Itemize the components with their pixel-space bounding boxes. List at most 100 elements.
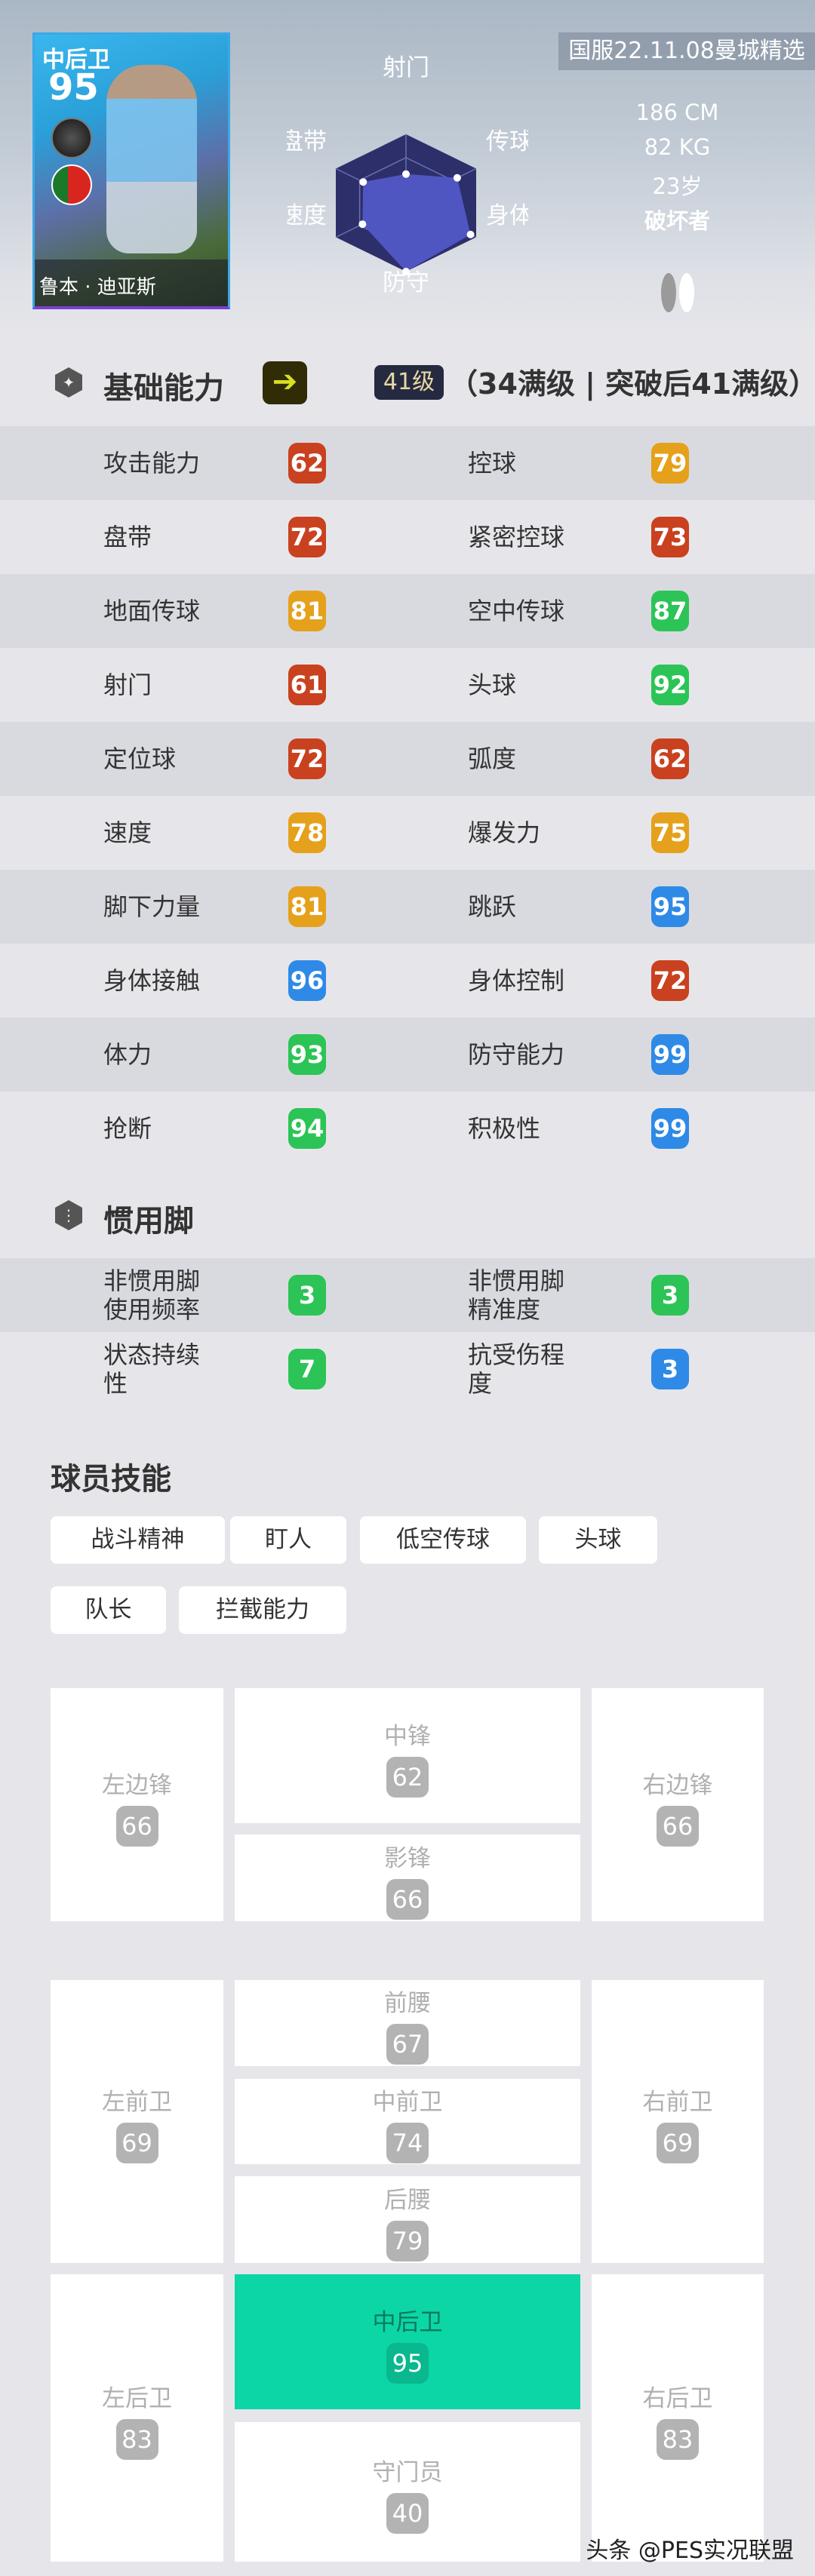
basic-stats-icon: ✦ xyxy=(55,367,82,398)
position-rating: 62 xyxy=(386,1756,429,1798)
stat-value-badge: 72 xyxy=(288,517,326,557)
position-rating: 83 xyxy=(115,2418,158,2460)
stat-value-badge: 3 xyxy=(288,1275,326,1316)
player-card[interactable]: 中后卫 95 鲁本 · 迪亚斯 xyxy=(32,32,230,309)
version-badge: 国服22.11.08曼城精选 xyxy=(558,32,815,70)
position-cb[interactable]: 中后卫 95 xyxy=(235,2274,580,2409)
position-lmf[interactable]: 左前卫 69 xyxy=(51,1980,223,2263)
position-name: 左前卫 xyxy=(102,2088,172,2116)
stat-label: 状态持续 性 xyxy=(103,1340,201,1398)
stat-label: 体力 xyxy=(103,1040,152,1069)
portugal-flag-icon xyxy=(51,164,92,205)
position-rating: 66 xyxy=(657,1805,699,1847)
foot-title: 惯用脚 xyxy=(103,1204,194,1239)
skill-chip[interactable]: 头球 xyxy=(539,1516,657,1564)
stat-value-badge: 79 xyxy=(651,443,689,484)
position-rb[interactable]: 右后卫 83 xyxy=(592,2274,764,2562)
stat-label: 头球 xyxy=(468,671,517,699)
watermark: 头条 @PES实况联盟 xyxy=(586,2538,794,2564)
stat-row: 盘带 72 紧密控球 73 xyxy=(0,500,815,574)
age-value: 23岁 xyxy=(652,173,703,199)
position-cf[interactable]: 中锋 62 xyxy=(235,1688,580,1823)
stat-label: 积极性 xyxy=(468,1114,541,1143)
feet-icon xyxy=(661,273,694,312)
position-rating: 69 xyxy=(657,2122,699,2163)
stat-label: 弧度 xyxy=(468,745,517,773)
stat-row: 状态持续 性 7 抗受伤程 度 3 xyxy=(0,1332,815,1406)
position-name: 中后卫 xyxy=(372,2308,443,2336)
stat-row: 非惯用脚 使用频率 3 非惯用脚 精准度 3 xyxy=(0,1258,815,1332)
stat-label: 抗受伤程 度 xyxy=(468,1340,565,1398)
skills-title: 球员技能 xyxy=(51,1462,171,1497)
stat-value-badge: 72 xyxy=(651,960,689,1001)
stat-value-badge: 78 xyxy=(288,812,326,853)
basic-stats-title: 基础能力 xyxy=(103,371,224,406)
position-rmf[interactable]: 右前卫 69 xyxy=(592,1980,764,2263)
position-cmf[interactable]: 中前卫 74 xyxy=(235,2079,580,2164)
card-overall: 95 xyxy=(48,66,99,109)
stat-value-badge: 92 xyxy=(651,665,689,705)
stat-value-badge: 73 xyxy=(651,517,689,557)
position-name: 左边锋 xyxy=(102,1771,172,1799)
stat-label: 空中传球 xyxy=(468,597,565,625)
position-rwf[interactable]: 右边锋 66 xyxy=(592,1688,764,1921)
arrow-button[interactable]: ➔ xyxy=(263,361,307,404)
stat-row: 射门 61 头球 92 xyxy=(0,648,815,722)
height-value: 186 CM xyxy=(635,100,719,125)
position-lwf[interactable]: 左边锋 66 xyxy=(51,1688,223,1921)
radar-point xyxy=(453,173,461,182)
stat-label: 控球 xyxy=(468,449,517,477)
position-name: 中前卫 xyxy=(372,2088,443,2116)
position-name: 右后卫 xyxy=(642,2384,713,2412)
weight-value: 82 KG xyxy=(644,134,711,160)
skill-chip[interactable]: 队长 xyxy=(51,1586,166,1634)
stat-value-badge: 62 xyxy=(288,443,326,484)
radar-point xyxy=(402,170,410,178)
level-badge[interactable]: 41级 xyxy=(374,365,444,400)
position-rating: 69 xyxy=(115,2122,158,2163)
position-rating: 67 xyxy=(386,2024,429,2065)
stat-row: 速度 78 爆发力 75 xyxy=(0,796,815,870)
stat-value-badge: 3 xyxy=(651,1349,689,1389)
position-name: 后腰 xyxy=(384,2186,431,2214)
player-name: 鲁本 · 迪亚斯 xyxy=(35,259,228,306)
skill-chip[interactable]: 低空传球 xyxy=(360,1516,526,1564)
position-rating: 95 xyxy=(386,2342,429,2384)
playstyle-value: 破坏者 xyxy=(644,208,710,234)
skill-chip[interactable]: 盯人 xyxy=(230,1516,346,1564)
radar-label: 身体 xyxy=(486,202,528,229)
stat-label: 盘带 xyxy=(103,523,152,551)
position-name: 左后卫 xyxy=(102,2384,172,2412)
stat-value-badge: 95 xyxy=(651,886,689,927)
position-dmf[interactable]: 后腰 79 xyxy=(235,2176,580,2263)
skill-chip[interactable]: 拦截能力 xyxy=(179,1586,346,1634)
radar-label: 射门 xyxy=(383,54,429,81)
radar-chart: 射门传球身体防守 速度 盘带 xyxy=(287,54,528,296)
club-badge-icon xyxy=(51,118,92,158)
radar-point xyxy=(358,220,367,229)
position-rating: 83 xyxy=(657,2418,699,2460)
stat-value-badge: 99 xyxy=(651,1108,689,1149)
position-gk[interactable]: 守门员 40 xyxy=(235,2422,580,2562)
position-rating: 66 xyxy=(115,1805,158,1847)
position-lb[interactable]: 左后卫 83 xyxy=(51,2274,223,2562)
stat-row: 攻击能力 62 控球 79 xyxy=(0,426,815,500)
stat-label: 爆发力 xyxy=(468,818,541,847)
skill-chip[interactable]: 战斗精神 xyxy=(51,1516,225,1564)
position-amf[interactable]: 前腰 67 xyxy=(235,1980,580,2066)
stat-label: 抢断 xyxy=(103,1114,152,1143)
stat-value-badge: 96 xyxy=(288,960,326,1001)
stat-label: 攻击能力 xyxy=(103,449,201,477)
stat-row: 抢断 94 积极性 99 xyxy=(0,1091,815,1165)
stat-value-badge: 61 xyxy=(288,665,326,705)
stat-value-badge: 94 xyxy=(288,1108,326,1149)
position-ss[interactable]: 影锋 66 xyxy=(235,1835,580,1921)
radar-point xyxy=(359,178,368,186)
position-name: 守门员 xyxy=(372,2458,443,2486)
position-name: 右边锋 xyxy=(642,1771,713,1799)
stat-value-badge: 7 xyxy=(288,1349,326,1389)
player-image xyxy=(106,65,197,253)
stat-value-badge: 81 xyxy=(288,886,326,927)
position-name: 前腰 xyxy=(384,1990,431,2017)
stat-label: 速度 xyxy=(103,818,152,847)
